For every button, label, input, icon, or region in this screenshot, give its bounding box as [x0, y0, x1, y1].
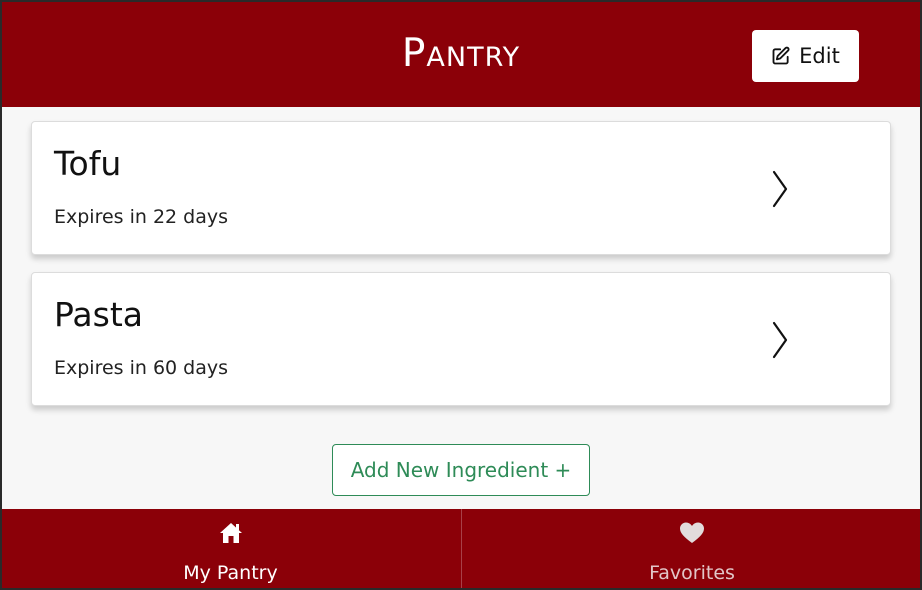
- heart-icon: [680, 522, 704, 543]
- tab-label: Favorites: [649, 562, 735, 584]
- add-ingredient-button[interactable]: Add New Ingredient +: [332, 444, 590, 496]
- edit-button-label: Edit: [799, 44, 840, 68]
- pantry-list: Tofu Expires in 22 days Pasta Expires in…: [0, 107, 922, 509]
- tab-label: My Pantry: [183, 562, 278, 584]
- home-icon: [219, 523, 242, 543]
- ingredient-name: Pasta: [54, 295, 143, 334]
- chevron-right-icon: [772, 170, 788, 208]
- chevron-right-icon: [772, 321, 788, 359]
- tab-my-pantry[interactable]: My Pantry: [0, 509, 461, 590]
- ingredient-expiry: Expires in 60 days: [54, 357, 229, 379]
- bottom-tab-bar: My Pantry Favorites: [0, 509, 922, 590]
- ingredient-expiry: Expires in 22 days: [54, 206, 229, 228]
- ingredient-card-tofu[interactable]: Tofu Expires in 22 days: [31, 121, 891, 255]
- edit-button[interactable]: Edit: [752, 30, 859, 82]
- ingredient-card-pasta[interactable]: Pasta Expires in 60 days: [31, 272, 891, 406]
- app-header: Pantry Edit: [0, 0, 922, 107]
- tab-favorites[interactable]: Favorites: [461, 509, 922, 590]
- edit-icon: [772, 46, 790, 65]
- ingredient-name: Tofu: [54, 144, 122, 183]
